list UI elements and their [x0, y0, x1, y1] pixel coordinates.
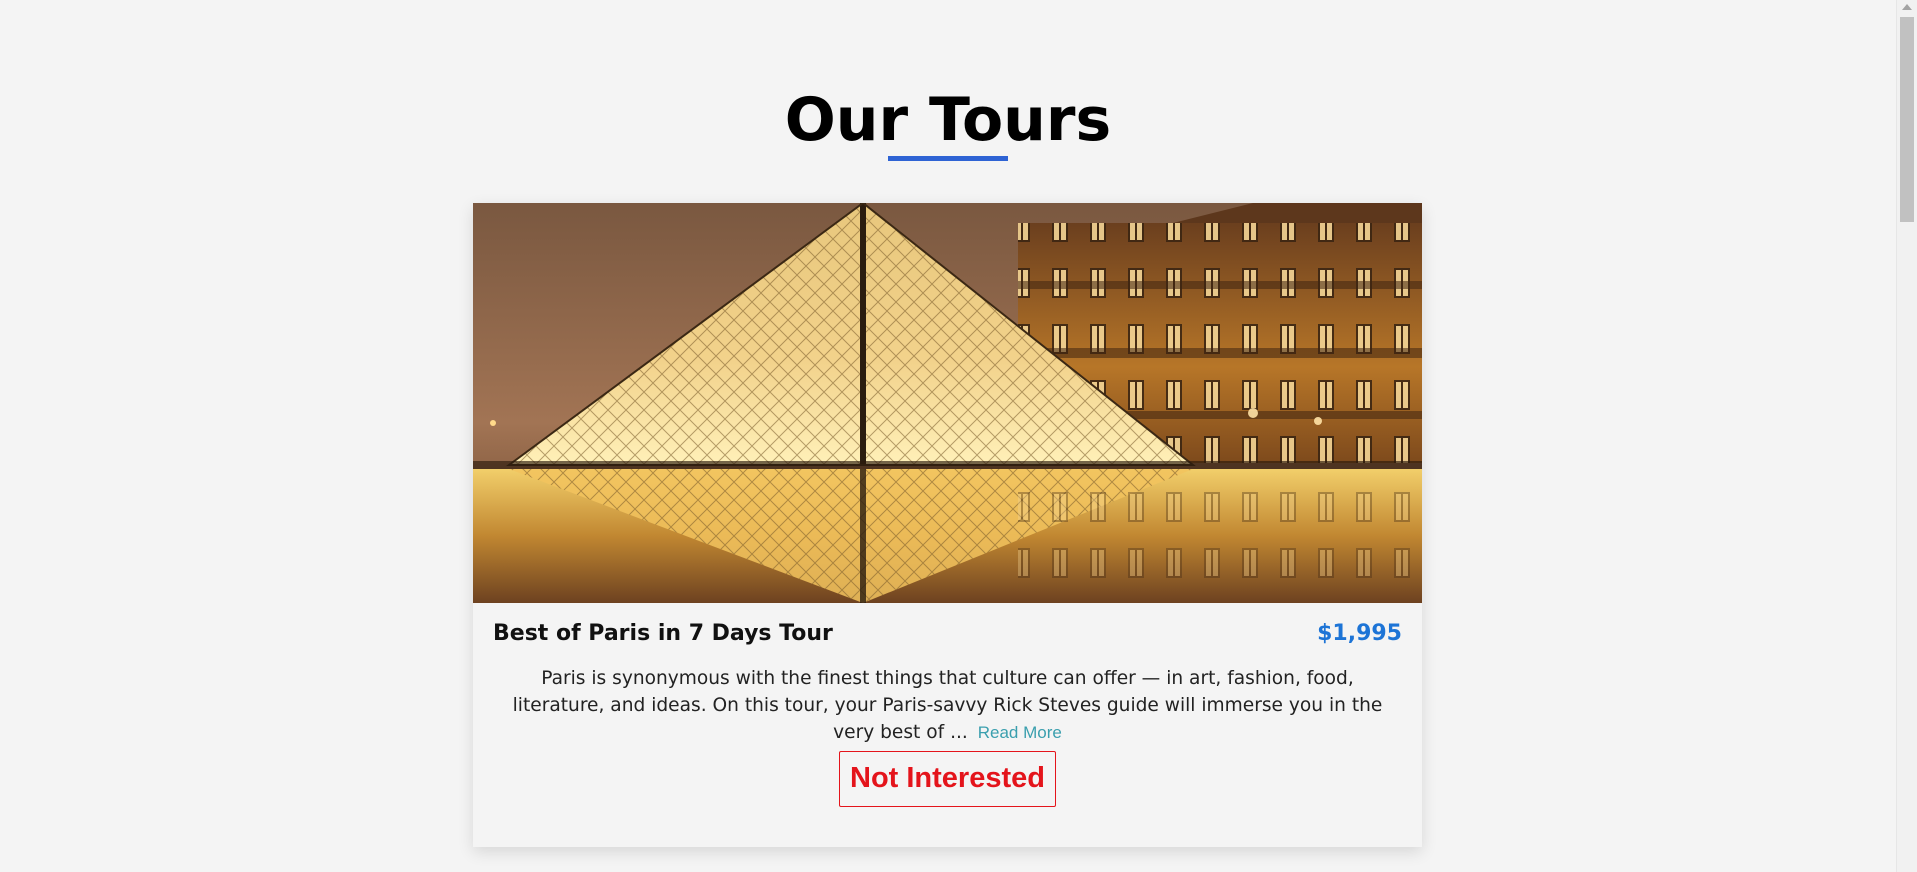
not-interested-wrap: Not Interested [473, 751, 1422, 807]
title-underline [888, 156, 1008, 161]
page-title: Our Tours [784, 85, 1112, 155]
scroll-up-icon[interactable] [1902, 4, 1912, 10]
tour-image [473, 203, 1422, 603]
read-more-button[interactable]: Read More [978, 723, 1062, 742]
tour-info: Best of Paris in 7 Days Tour $1,995 [493, 617, 1402, 651]
not-interested-button[interactable]: Not Interested [839, 751, 1056, 807]
tour-description: Paris is synonymous with the finest thin… [493, 665, 1402, 746]
tour-description-text: Paris is synonymous with the finest thin… [512, 668, 1383, 743]
tour-card: Best of Paris in 7 Days Tour $1,995 Pari… [473, 203, 1422, 847]
scroll-thumb[interactable] [1900, 17, 1914, 222]
title-block: Our Tours [0, 84, 1896, 161]
vertical-scrollbar[interactable] [1896, 0, 1917, 872]
louvre-pyramid-image [473, 203, 1422, 603]
tours-page: Our Tours Best of Paris in 7 Days Tour $… [0, 0, 1917, 872]
tour-name: Best of Paris in 7 Days Tour [493, 621, 833, 646]
tour-price: $1,995 [1317, 621, 1402, 646]
